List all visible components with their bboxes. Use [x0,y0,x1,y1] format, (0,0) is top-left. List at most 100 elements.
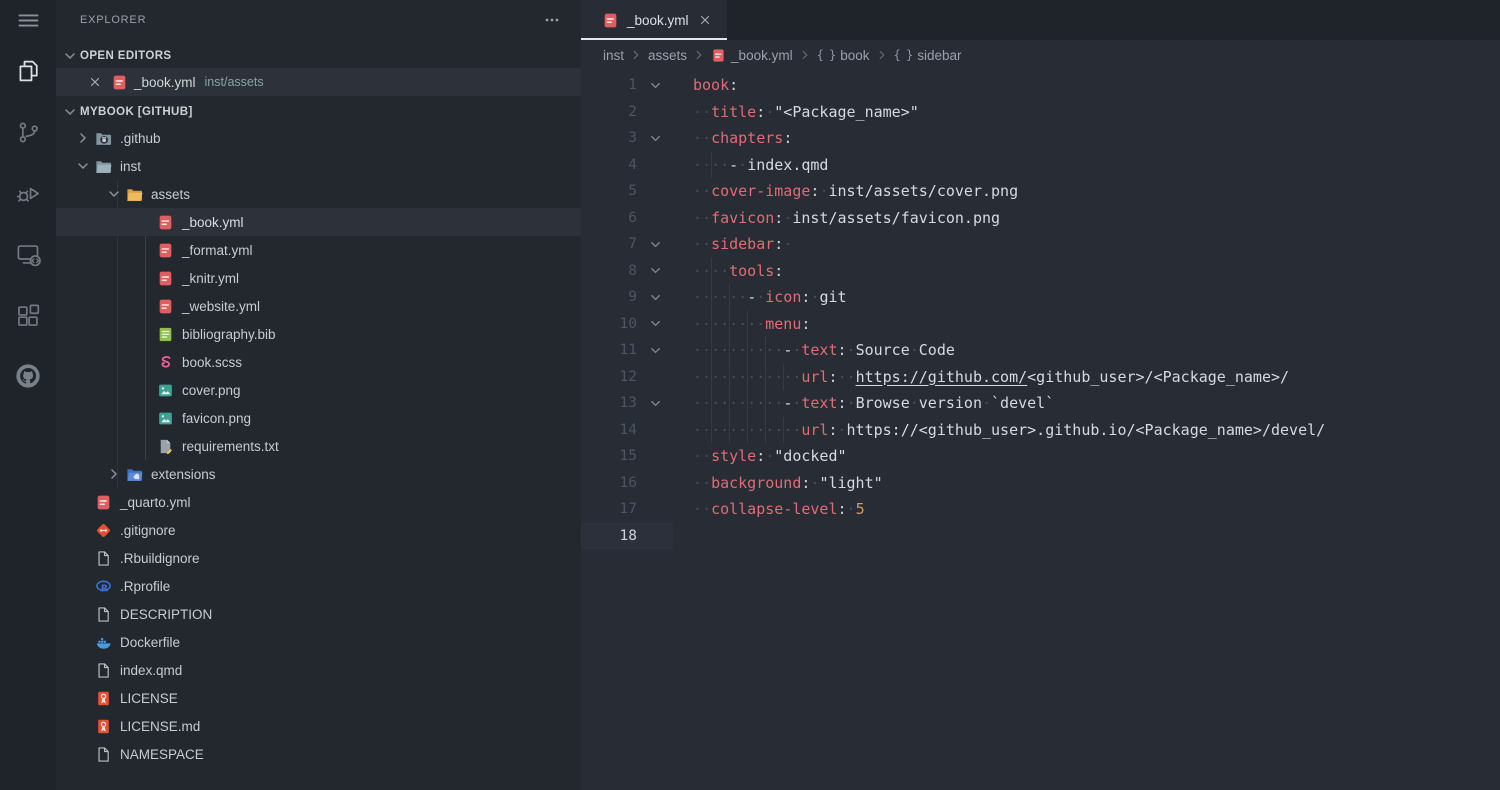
activity-menu-button[interactable] [4,0,52,40]
line-number[interactable]: 9 [581,284,637,311]
open-editor-item[interactable]: _book.yml inst/assets [56,68,581,96]
code-line-content[interactable]: ··chapters: [673,125,792,152]
code-line-content[interactable]: ··favicon:·inst/assets/favicon.png [673,205,1000,232]
line-number[interactable]: 10 [581,311,637,338]
code-line-content[interactable]: ····tools: [673,258,783,285]
breadcrumb-item-inst[interactable]: inst [603,48,624,63]
code-line-content[interactable]: ··background:·"light" [673,470,883,497]
line-number[interactable]: 17 [581,496,637,523]
code-line-5[interactable]: 5 ··cover-image:·inst/assets/cover.png [581,178,1500,205]
tree-item-description[interactable]: DESCRIPTION [56,600,581,628]
line-number[interactable]: 6 [581,205,637,232]
open-editors-header[interactable]: OPEN EDITORS [56,44,581,68]
line-number[interactable]: 12 [581,364,637,391]
line-number[interactable]: 15 [581,443,637,470]
code-line-2[interactable]: 2··title:·"<Package_name>" [581,99,1500,126]
fold-chevron-icon[interactable] [637,284,673,311]
code-line-13[interactable]: 13 ··········-·text:·Browse·version·`deve… [581,390,1500,417]
fold-chevron-icon[interactable] [637,125,673,152]
breadcrumb-item-sidebar[interactable]: { }sidebar [894,48,962,63]
code-line-10[interactable]: 10 ········menu: [581,311,1500,338]
code-line-3[interactable]: 3 ··chapters: [581,125,1500,152]
tree-item-namespace[interactable]: NAMESPACE [56,740,581,768]
tree-item-requirements-txt[interactable]: requirements.txt [56,432,581,460]
breadcrumb-item-assets[interactable]: assets [648,48,687,63]
fold-chevron-icon[interactable] [637,390,673,417]
code-line-8[interactable]: 8 ····tools: [581,258,1500,285]
code-line-content[interactable]: book: [673,72,738,99]
activity-extensions-button[interactable] [4,295,52,335]
fold-chevron-icon[interactable] [637,258,673,285]
code-line-content[interactable]: ··cover-image:·inst/assets/cover.png [673,178,1018,205]
code-line-content[interactable]: ········menu: [673,311,810,338]
code-line-content[interactable]: ····-·index.qmd [673,152,828,179]
tree-item-bibliography-bib[interactable]: bibliography.bib [56,320,581,348]
code-line-12[interactable]: 12 ············url:··https://github.com/<… [581,364,1500,391]
code-line-content[interactable]: ············url:·https://<github_user>.g… [673,417,1325,444]
tree-item-index-qmd[interactable]: index.qmd [56,656,581,684]
fold-chevron-icon[interactable] [637,337,673,364]
tree-item--format-yml[interactable]: _format.yml [56,236,581,264]
line-number[interactable]: 2 [581,99,637,126]
code-line-6[interactable]: 6 ··favicon:·inst/assets/favicon.png [581,205,1500,232]
fold-chevron-icon[interactable] [637,311,673,338]
close-icon[interactable] [697,12,713,28]
code-line-content[interactable]: ··········-·text:·Source·Code [673,337,955,364]
line-number[interactable]: 4 [581,152,637,179]
tree-item-favicon-png[interactable]: favicon.png [56,404,581,432]
more-actions-icon[interactable] [543,11,561,29]
code-line-content[interactable]: ··········-·text:·Browse·version·`devel` [673,390,1054,417]
tree-item--github[interactable]: .github [56,124,581,152]
tree-item--gitignore[interactable]: .gitignore [56,516,581,544]
code-line-1[interactable]: 1 book: [581,72,1500,99]
code-line-16[interactable]: 16··background:·"light" [581,470,1500,497]
code-line-11[interactable]: 11 ··········-·text:·Source·Code [581,337,1500,364]
activity-run-debug-button[interactable] [4,173,52,213]
code-editor[interactable]: 1 book:2··title:·"<Package_name>"3 ··chapt… [581,70,1500,549]
line-number[interactable]: 18 [581,523,637,550]
tree-item-book-scss[interactable]: book.scss [56,348,581,376]
line-number[interactable]: 7 [581,231,637,258]
line-number[interactable]: 5 [581,178,637,205]
code-line-content[interactable]: ··sidebar:· [673,231,792,258]
tab-book-yml[interactable]: _book.yml [581,0,727,40]
code-line-content[interactable]: ······-·icon:·git [673,284,847,311]
line-number[interactable]: 3 [581,125,637,152]
breadcrumb-item--book-yml[interactable]: _book.yml [711,48,793,63]
tree-item-extensions[interactable]: extensions [56,460,581,488]
code-line-content[interactable]: ··style:·"docked" [673,443,847,470]
code-line-7[interactable]: 7 ··sidebar:· [581,231,1500,258]
line-number[interactable]: 1 [581,72,637,99]
code-line-18[interactable]: 18 [581,523,1500,550]
activity-remote-explorer-button[interactable] [4,234,52,274]
activity-source-control-button[interactable] [4,112,52,152]
code-line-14[interactable]: 14············url:·https://<github_user>… [581,417,1500,444]
code-line-content[interactable]: ··collapse-level:·5 [673,496,865,523]
tree-item-assets[interactable]: assets [56,180,581,208]
line-number[interactable]: 11 [581,337,637,364]
line-number[interactable]: 8 [581,258,637,285]
tree-item-inst[interactable]: inst [56,152,581,180]
tree-item--quarto-yml[interactable]: _quarto.yml [56,488,581,516]
code-line-9[interactable]: 9 ······-·icon:·git [581,284,1500,311]
code-line-17[interactable]: 17 ··collapse-level:·5 [581,496,1500,523]
tree-item--rbuildignore[interactable]: .Rbuildignore [56,544,581,572]
fold-chevron-icon[interactable] [637,231,673,258]
tree-item-license-md[interactable]: LICENSE.md [56,712,581,740]
breadcrumb-item-book[interactable]: { }book [817,48,870,63]
activity-explorer-button[interactable] [4,51,52,91]
line-number[interactable]: 13 [581,390,637,417]
project-section-header[interactable]: MYBOOK [GITHUB] [56,100,581,124]
code-line-content[interactable] [673,523,693,550]
fold-chevron-icon[interactable] [637,72,673,99]
tree-item-dockerfile[interactable]: Dockerfile [56,628,581,656]
tree-item-cover-png[interactable]: cover.png [56,376,581,404]
code-line-4[interactable]: 4 ····-·index.qmd [581,152,1500,179]
tree-item--knitr-yml[interactable]: _knitr.yml [56,264,581,292]
tree-item-license[interactable]: LICENSE [56,684,581,712]
code-line-content[interactable]: ············url:··https://github.com/<gi… [673,364,1289,391]
tree-item--website-yml[interactable]: _website.yml [56,292,581,320]
tree-item--book-yml[interactable]: _book.yml [56,208,581,236]
code-line-15[interactable]: 15 ··style:·"docked" [581,443,1500,470]
tree-item--rprofile[interactable]: R.Rprofile [56,572,581,600]
